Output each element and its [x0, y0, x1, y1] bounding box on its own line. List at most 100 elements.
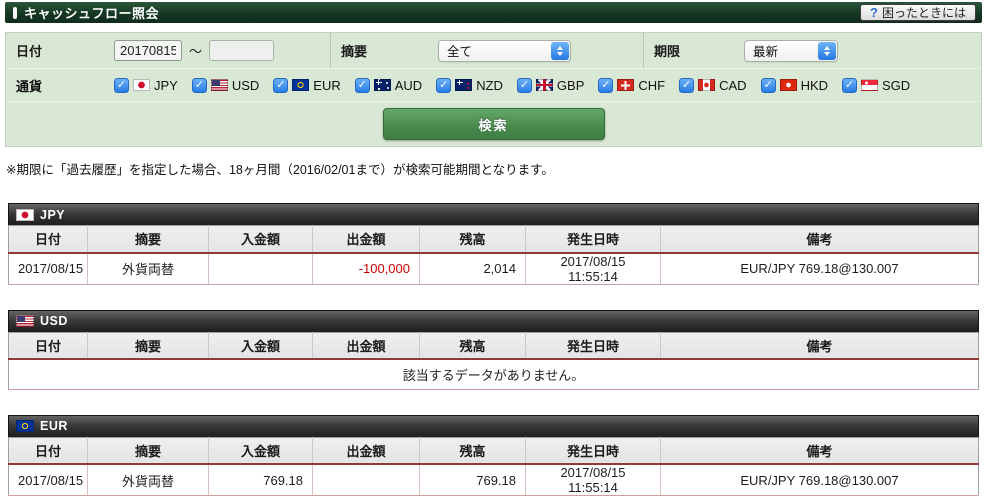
checkbox-checked-icon[interactable]: ✓ — [761, 78, 776, 93]
currency-checkbox-item[interactable]: ✓ USD — [192, 78, 259, 93]
search-period-note: ※期限に「過去履歴」を指定した場合、18ヶ月間（2016/02/01まで）が検索… — [6, 159, 982, 178]
currency-checkbox-item[interactable]: ✓ CAD — [679, 78, 746, 93]
currency-checkbox-item[interactable]: ✓ JPY — [114, 78, 178, 93]
checkbox-checked-icon[interactable]: ✓ — [192, 78, 207, 93]
term-select[interactable]: 最新 — [744, 40, 838, 62]
currency-code-label: HKD — [801, 78, 828, 93]
term-label: 期限 — [644, 41, 744, 60]
checkbox-checked-icon[interactable]: ✓ — [355, 78, 370, 93]
currency-checkbox-item[interactable]: ✓ GBP — [517, 78, 584, 93]
cell-remarks: EUR/JPY 769.18@130.007 — [661, 253, 979, 285]
date-from-input[interactable] — [114, 40, 182, 61]
checkbox-checked-icon[interactable]: ✓ — [114, 78, 129, 93]
checkbox-checked-icon[interactable]: ✓ — [679, 78, 694, 93]
checkbox-checked-icon[interactable]: ✓ — [517, 78, 532, 93]
column-header: 入金額 — [209, 437, 313, 464]
currency-section: EUR 日付摘要入金額出金額残高発生日時備考 2017/08/15外貨両替769… — [8, 415, 979, 496]
currency-checkbox-item[interactable]: ✓ HKD — [761, 78, 828, 93]
currency-code-label: NZD — [476, 78, 503, 93]
cell-summary: 外貨両替 — [88, 464, 209, 496]
currency-code-label: CHF — [638, 78, 665, 93]
cashflow-table: 日付摘要入金額出金額残高発生日時備考 2017/08/15外貨両替769.187… — [8, 437, 979, 496]
currency-code-label: JPY — [154, 78, 178, 93]
help-button[interactable]: ? 困ったときには — [860, 4, 976, 21]
currency-sections: JPY 日付摘要入金額出金額残高発生日時備考 2017/08/15外貨両替-10… — [0, 203, 987, 496]
currency-flag-icon — [211, 79, 228, 91]
table-row: 2017/08/15外貨両替-100,0002,0142017/08/15 11… — [9, 253, 979, 285]
currency-section-title: JPY — [40, 208, 65, 222]
column-header: 摘要 — [88, 437, 209, 464]
table-header-row: 日付摘要入金額出金額残高発生日時備考 — [9, 332, 979, 359]
cashflow-table: 日付摘要入金額出金額残高発生日時備考 2017/08/15外貨両替-100,00… — [8, 225, 979, 285]
cell-withdrawal — [313, 464, 420, 496]
empty-row: 該当するデータがありません。 — [9, 359, 979, 389]
help-button-label: 困ったときには — [882, 4, 966, 21]
search-button[interactable]: 検索 — [383, 108, 605, 140]
column-header: 入金額 — [209, 226, 313, 253]
summary-select[interactable]: 全て — [438, 40, 571, 62]
currency-checkbox-item[interactable]: ✓ AUD — [355, 78, 422, 93]
currency-checkbox-item[interactable]: ✓ SGD — [842, 78, 910, 93]
checkbox-checked-icon[interactable]: ✓ — [436, 78, 451, 93]
currency-flag-icon — [16, 209, 34, 221]
currency-section-title: EUR — [40, 419, 68, 433]
currency-flag-icon — [16, 315, 34, 327]
date-label: 日付 — [6, 41, 114, 60]
cashflow-table: 日付摘要入金額出金額残高発生日時備考 該当するデータがありません。 — [8, 332, 979, 390]
term-select-value: 最新 — [745, 41, 817, 60]
currency-flag-icon — [455, 79, 472, 91]
currency-code-label: CAD — [719, 78, 746, 93]
currency-flag-icon — [617, 79, 634, 91]
column-header: 日付 — [9, 437, 88, 464]
currency-section-header: JPY — [8, 203, 979, 225]
checkbox-checked-icon[interactable]: ✓ — [598, 78, 613, 93]
filter-row-currency: 通貨 ✓ JPY ✓ USD ✓ EUR ✓ AUD ✓ NZD ✓ GBP ✓… — [6, 69, 981, 102]
column-header: 備考 — [661, 332, 979, 359]
currency-code-label: SGD — [882, 78, 910, 93]
currency-flag-icon — [780, 79, 797, 91]
currency-checkbox-item[interactable]: ✓ EUR — [273, 78, 340, 93]
date-to-input[interactable] — [209, 40, 274, 61]
cell-date: 2017/08/15 — [9, 253, 88, 285]
title-bar: キャッシュフロー照会 ? 困ったときには — [5, 2, 982, 23]
cell-remarks: EUR/JPY 769.18@130.007 — [661, 464, 979, 496]
currency-flag-icon — [133, 79, 150, 91]
currency-code-label: GBP — [557, 78, 584, 93]
column-header: 備考 — [661, 437, 979, 464]
column-header: 備考 — [661, 226, 979, 253]
column-header: 出金額 — [313, 226, 420, 253]
checkbox-checked-icon[interactable]: ✓ — [273, 78, 288, 93]
currency-flag-icon — [536, 79, 553, 91]
filter-panel: 日付 ～ 摘要 全て 期限 最新 — [5, 32, 982, 147]
checkbox-checked-icon[interactable]: ✓ — [842, 78, 857, 93]
table-header-row: 日付摘要入金額出金額残高発生日時備考 — [9, 437, 979, 464]
cell-datetime: 2017/08/15 11:55:14 — [526, 464, 661, 496]
currency-section-title: USD — [40, 314, 68, 328]
column-header: 摘要 — [88, 226, 209, 253]
currency-checkbox-item[interactable]: ✓ CHF — [598, 78, 665, 93]
page-title: キャッシュフロー照会 — [24, 3, 159, 22]
currency-section: USD 日付摘要入金額出金額残高発生日時備考 該当するデータがありません。 — [8, 310, 979, 390]
cell-summary: 外貨両替 — [88, 253, 209, 285]
cell-deposit: 769.18 — [209, 464, 313, 496]
currency-code-label: AUD — [395, 78, 422, 93]
date-range-separator: ～ — [189, 41, 202, 60]
currency-code-label: EUR — [313, 78, 340, 93]
currency-label: 通貨 — [6, 76, 114, 95]
term-filter-group: 期限 最新 — [644, 33, 981, 68]
date-filter-group: 日付 ～ — [6, 33, 331, 68]
currency-section-header: USD — [8, 310, 979, 332]
currency-section: JPY 日付摘要入金額出金額残高発生日時備考 2017/08/15外貨両替-10… — [8, 203, 979, 285]
filter-row-search: 検索 — [6, 102, 981, 146]
summary-select-value: 全て — [439, 41, 550, 60]
column-header: 残高 — [420, 437, 526, 464]
question-mark-icon: ? — [870, 5, 878, 20]
currency-checkbox-item[interactable]: ✓ NZD — [436, 78, 503, 93]
cell-deposit — [209, 253, 313, 285]
currency-flag-icon — [861, 79, 878, 91]
table-row: 2017/08/15外貨両替769.18769.182017/08/15 11:… — [9, 464, 979, 496]
summary-filter-group: 摘要 全て — [331, 33, 644, 68]
filter-row-date-summary-term: 日付 ～ 摘要 全て 期限 最新 — [6, 33, 981, 69]
column-header: 日付 — [9, 226, 88, 253]
column-header: 残高 — [420, 332, 526, 359]
